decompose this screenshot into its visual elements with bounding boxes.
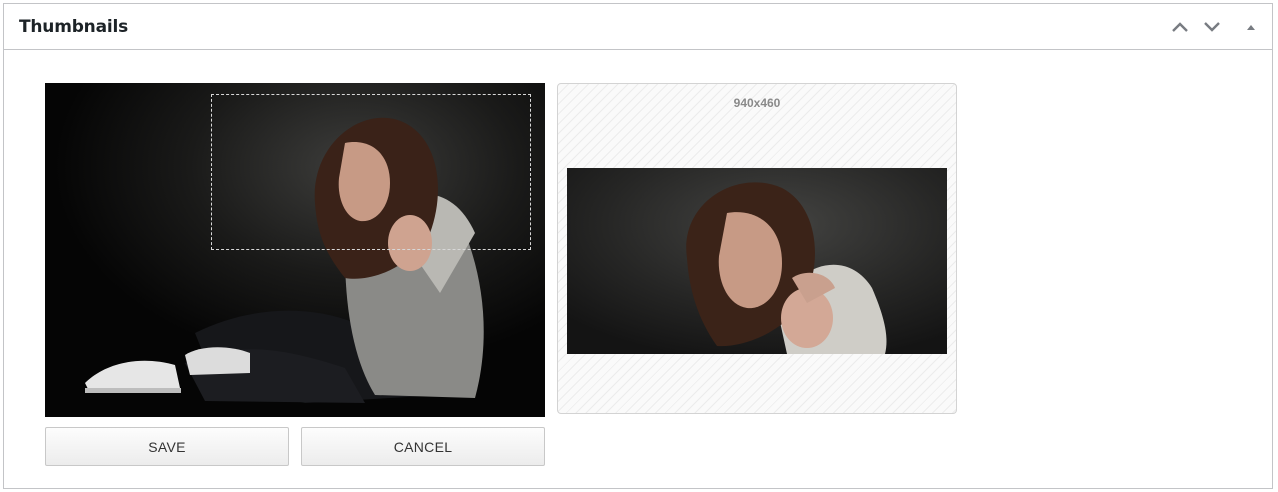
preview-size-label: 940x460: [733, 96, 781, 110]
crop-selection[interactable]: [211, 94, 531, 250]
move-down-button[interactable]: [1199, 14, 1225, 40]
panel-header: Thumbnails: [4, 4, 1272, 50]
preview-photo: [567, 168, 947, 354]
panel-title: Thumbnails: [19, 17, 129, 37]
thumbnail-preview: 940x460: [557, 83, 957, 414]
triangle-up-icon: [1247, 25, 1255, 30]
chevron-down-icon: [1204, 22, 1220, 32]
thumbnails-panel: Thumbnails SAVE CANCEL 940x460: [3, 3, 1273, 489]
toggle-panel-button[interactable]: [1238, 14, 1264, 40]
chevron-up-icon: [1172, 22, 1188, 32]
move-up-button[interactable]: [1167, 14, 1193, 40]
save-button[interactable]: SAVE: [45, 427, 289, 466]
crop-editor[interactable]: [45, 83, 545, 417]
preview-image: [567, 168, 947, 354]
cancel-button[interactable]: CANCEL: [301, 427, 545, 466]
